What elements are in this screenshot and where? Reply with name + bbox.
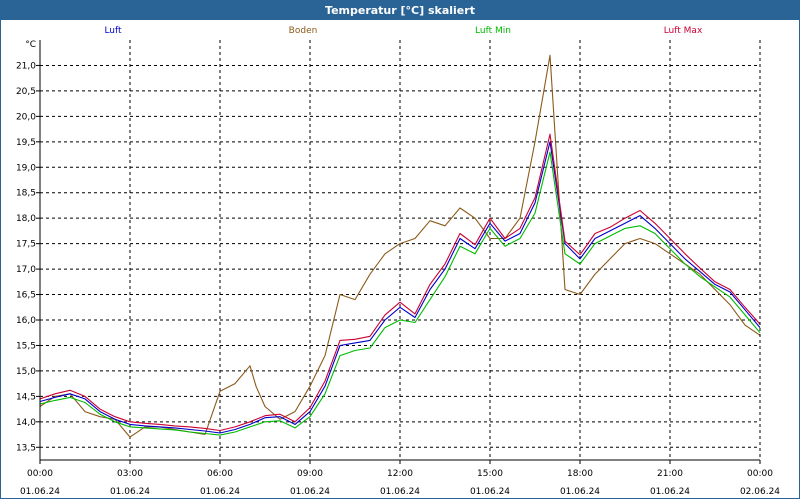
grid-lines: [39, 40, 761, 460]
x-tick-date-label: 01.06.24: [290, 487, 330, 497]
y-tick-label: 19,5: [16, 138, 36, 148]
x-tick-time-label: 09:00: [297, 469, 323, 479]
x-tick-date-label: 02.06.24: [740, 487, 780, 497]
y-tick-label: 20,5: [16, 87, 36, 97]
legend-entry-luft-max: Luft Max: [664, 26, 703, 36]
chart-title: Temperatur [°C] skaliert: [325, 3, 475, 17]
y-tick-label: 14,5: [16, 392, 36, 402]
x-tick-date-label: 01.06.24: [560, 487, 600, 497]
x-tick-date-label: 01.06.24: [380, 487, 420, 497]
y-tick-label: 21,0: [16, 61, 36, 71]
y-tick-label: 19,0: [16, 163, 36, 173]
y-axis-label: °C: [25, 40, 36, 50]
y-tick-label: 16,0: [16, 316, 36, 326]
x-tick-time-label: 00:00: [27, 469, 53, 479]
x-tick-date-label: 01.06.24: [650, 487, 690, 497]
y-tick-label: 20,0: [16, 112, 36, 122]
legend-entry-boden: Boden: [289, 26, 318, 36]
tick-labels: 13,5 14,0 14,5 15,0 15,5 16,0 16,5 17,0 17,5 18,0…: [16, 40, 780, 497]
legend: Luft Boden Luft Min Luft Max: [104, 26, 703, 36]
y-tick-label: 17,0: [16, 265, 36, 275]
x-tick-date-label: 01.06.24: [20, 487, 60, 497]
y-tick-label: 15,5: [16, 341, 36, 351]
legend-entry-luft-min: Luft Min: [475, 26, 511, 36]
y-tick-label: 17,5: [16, 240, 36, 250]
x-tick-time-label: 18:00: [567, 469, 593, 479]
x-tick-time-label: 21:00: [657, 469, 683, 479]
y-tick-label: 16,5: [16, 291, 36, 301]
y-tick-label: 13,5: [16, 443, 36, 453]
x-tick-time-label: 15:00: [477, 469, 503, 479]
x-tick-time-label: 03:00: [117, 469, 143, 479]
chart-title-bar: Temperatur [°C] skaliert: [0, 0, 800, 20]
x-tick-date-label: 01.06.24: [470, 487, 510, 497]
axes: [36, 40, 761, 464]
legend-entry-luft: Luft: [104, 26, 122, 36]
x-tick-time-label: 12:00: [387, 469, 413, 479]
y-tick-label: 14,0: [16, 418, 36, 428]
y-tick-label: 18,0: [16, 214, 36, 224]
x-tick-time-label: 00:00: [747, 469, 773, 479]
x-tick-date-label: 01.06.24: [110, 487, 150, 497]
temperature-chart: 13,5 14,0 14,5 15,0 15,5 16,0 16,5 17,0 17,5 18,0…: [16, 26, 780, 497]
x-tick-date-label: 01.06.24: [200, 487, 240, 497]
y-tick-label: 15,0: [16, 367, 36, 377]
y-tick-label: 18,5: [16, 189, 36, 199]
x-tick-time-label: 06:00: [207, 469, 233, 479]
